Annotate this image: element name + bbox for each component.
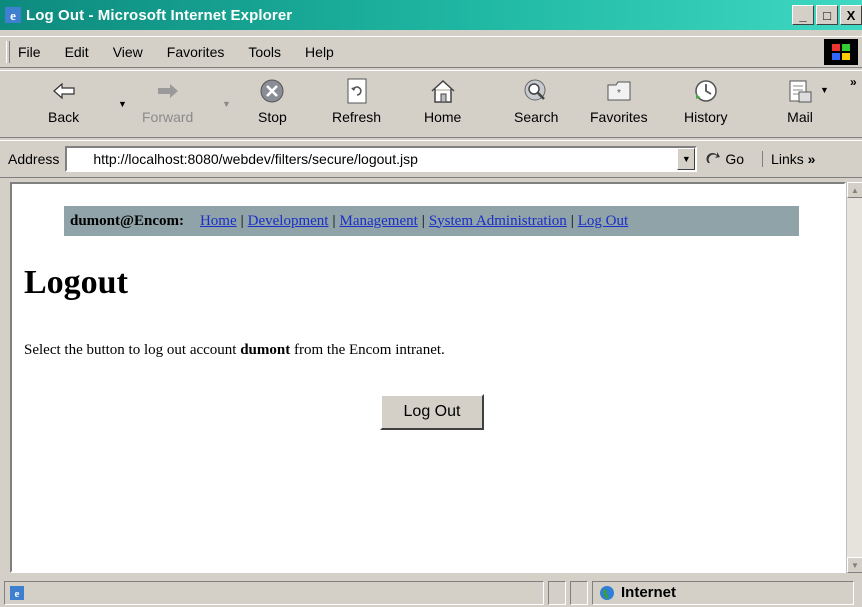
scroll-up-icon[interactable]: ▲ xyxy=(847,182,862,198)
description-suffix: from the Encom intranet. xyxy=(290,342,445,358)
log-out-button[interactable]: Log Out xyxy=(380,394,484,430)
nav-link-home[interactable]: Home xyxy=(200,213,237,230)
standard-toolbar: Back ▼ Forward ▼ Stop Refresh Home Searc… xyxy=(0,70,862,138)
page-title: Logout xyxy=(24,264,128,301)
forward-button[interactable]: Forward xyxy=(142,77,193,125)
home-button[interactable]: Home xyxy=(424,77,461,125)
close-button[interactable]: X xyxy=(840,5,862,25)
status-main: e xyxy=(4,580,544,605)
stop-button[interactable]: Stop xyxy=(258,77,287,125)
home-icon xyxy=(429,77,457,105)
status-cell xyxy=(548,580,566,605)
vertical-scrollbar[interactable]: ▲ ▼ xyxy=(846,182,862,573)
forward-arrow-icon xyxy=(154,77,182,105)
toolbar-overflow-icon[interactable]: » xyxy=(850,75,857,89)
back-button[interactable]: Back xyxy=(48,77,79,125)
refresh-icon xyxy=(343,77,371,105)
links-label: Links xyxy=(771,151,804,167)
svg-text:*: * xyxy=(617,88,621,99)
address-bar: Address http://localhost:8080/webdev/fil… xyxy=(0,140,862,178)
status-bar: e Internet xyxy=(0,578,862,607)
history-icon xyxy=(692,77,720,105)
favorites-button[interactable]: * Favorites xyxy=(590,77,648,125)
menu-bar: File Edit View Favorites Tools Help xyxy=(0,36,862,68)
favorites-label: Favorites xyxy=(590,109,648,125)
history-button[interactable]: History xyxy=(684,77,728,125)
nav-separator: | xyxy=(570,212,574,229)
menu-favorites[interactable]: Favorites xyxy=(167,44,225,60)
zone-label: Internet xyxy=(621,584,677,601)
address-label: Address xyxy=(8,151,60,167)
search-icon xyxy=(522,77,550,105)
scroll-down-icon[interactable]: ▼ xyxy=(847,557,862,573)
menu-file[interactable]: File xyxy=(18,44,41,60)
security-zone: Internet xyxy=(592,580,854,605)
nav-user: dumont@Encom: xyxy=(70,212,184,229)
site-nav-bar: dumont@Encom: Home | Development | Manag… xyxy=(64,206,799,236)
back-arrow-icon xyxy=(50,77,78,105)
nav-separator: | xyxy=(332,212,336,229)
globe-icon xyxy=(600,585,614,600)
menu-tools[interactable]: Tools xyxy=(248,44,281,60)
minimize-button[interactable]: _ xyxy=(792,5,814,25)
description-prefix: Select the button to log out account xyxy=(24,342,241,358)
back-dropdown-icon[interactable]: ▼ xyxy=(118,99,127,109)
address-url[interactable]: http://localhost:8080/webdev/filters/sec… xyxy=(93,151,418,167)
history-label: History xyxy=(684,109,728,125)
menu-help[interactable]: Help xyxy=(305,44,334,60)
address-input[interactable]: http://localhost:8080/webdev/filters/sec… xyxy=(65,146,698,172)
mail-label: Mail xyxy=(787,109,813,125)
page-icon: e xyxy=(10,585,24,600)
browser-window: e Log Out - Microsoft Internet Explorer … xyxy=(0,0,862,607)
back-label: Back xyxy=(48,109,80,125)
menu-grip[interactable] xyxy=(6,41,10,63)
page-description: Select the button to log out account dum… xyxy=(24,342,445,359)
forward-dropdown-icon[interactable]: ▼ xyxy=(222,99,231,109)
status-cell xyxy=(570,580,588,605)
nav-link-development[interactable]: Development xyxy=(248,213,329,230)
mail-dropdown-icon[interactable]: ▼ xyxy=(820,85,829,95)
svg-text:e: e xyxy=(15,588,20,600)
window-controls: _ □ X xyxy=(790,5,862,25)
address-dropdown-icon[interactable]: ▼ xyxy=(677,148,696,170)
forward-label: Forward xyxy=(142,109,194,125)
window-title: Log Out - Microsoft Internet Explorer xyxy=(26,6,293,24)
maximize-button[interactable]: □ xyxy=(816,5,838,25)
home-label: Home xyxy=(424,109,462,125)
refresh-label: Refresh xyxy=(332,109,382,125)
nav-link-log-out[interactable]: Log Out xyxy=(578,213,628,230)
search-label: Search xyxy=(514,109,559,125)
stop-icon xyxy=(258,77,286,105)
stop-label: Stop xyxy=(258,109,287,125)
go-arrow-icon xyxy=(706,152,721,163)
search-button[interactable]: Search xyxy=(514,77,558,125)
go-button[interactable]: Go xyxy=(705,151,744,167)
windows-logo-icon xyxy=(824,39,858,65)
svg-text:e: e xyxy=(10,8,16,23)
ie-logo-icon: e xyxy=(5,7,21,23)
mail-icon xyxy=(786,77,814,105)
favorites-icon: * xyxy=(605,77,633,105)
menu-edit[interactable]: Edit xyxy=(65,44,89,60)
menu-view[interactable]: View xyxy=(113,44,143,60)
refresh-button[interactable]: Refresh xyxy=(332,77,381,125)
links-button[interactable]: Links » xyxy=(762,151,815,167)
nav-separator: | xyxy=(421,212,425,229)
page-content: dumont@Encom: Home | Development | Manag… xyxy=(10,182,846,573)
nav-link-system-administration[interactable]: System Administration xyxy=(429,213,567,230)
account-name: dumont xyxy=(240,342,291,358)
nav-link-management[interactable]: Management xyxy=(339,213,417,230)
links-overflow-icon: » xyxy=(807,151,816,167)
go-label: Go xyxy=(725,151,745,167)
nav-separator: | xyxy=(240,212,244,229)
title-bar[interactable]: e Log Out - Microsoft Internet Explorer … xyxy=(0,0,862,30)
mail-button[interactable]: Mail xyxy=(786,77,814,125)
